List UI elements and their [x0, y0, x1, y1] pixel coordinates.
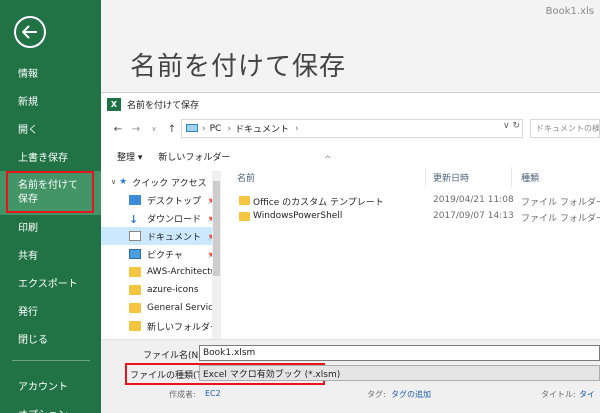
column-header-date[interactable]: 更新日時	[433, 171, 469, 184]
sidebar-item-export[interactable]: エクスポート	[0, 268, 101, 296]
list-item-label: General Service I	[147, 303, 221, 313]
file-type: ファイル フォルダー	[521, 214, 600, 224]
organize-button[interactable]: 整理 ▾	[117, 150, 142, 163]
table-row[interactable]: WindowsPowerShell 2017/09/07 14:13 ファイル …	[229, 209, 600, 225]
list-item-label: クイック アクセス	[132, 178, 207, 189]
up-icon[interactable]: ↑	[163, 124, 181, 135]
sidebar-item-share[interactable]: 共有	[0, 240, 101, 268]
list-item-label: デスクトップ	[147, 196, 202, 207]
folder-icon	[129, 267, 141, 277]
breadcrumb-pc[interactable]: PC	[210, 124, 222, 134]
backstage-sidebar: 情報 新規 開く 上書き保存 名前を付けて 保存 印刷 共有 エクスポート 発行…	[0, 0, 101, 413]
breadcrumb-separator: ›	[294, 123, 299, 134]
list-item-label: azure-icons	[147, 285, 199, 295]
breadcrumb-separator: ›	[202, 123, 206, 134]
refresh-icon[interactable]: ∨ ↻	[503, 121, 520, 131]
sidebar-item-info[interactable]: 情報	[0, 58, 101, 86]
scrollbar[interactable]	[212, 171, 221, 345]
navigation-bar: ← → ∨ ↑ › PC › ドキュメント › ∨ ↻ ドキュメントの検索	[101, 117, 600, 141]
dialog-titlebar: X 名前を付けて保存	[101, 93, 600, 115]
sidebar-item-save[interactable]: 上書き保存	[0, 142, 101, 170]
file-type: ファイル フォルダー	[521, 198, 600, 208]
picture-icon	[129, 249, 141, 259]
document-title: Book1.xls	[545, 6, 594, 17]
save-as-dialog: X 名前を付けて保存 ← → ∨ ↑ › PC › ドキュメント › ∨ ↻ ド…	[101, 92, 600, 413]
desktop-icon	[129, 195, 141, 205]
folder-icon	[129, 303, 141, 313]
sidebar-item-desktop[interactable]: デスクトップ 📌	[101, 191, 221, 209]
filename-label: ファイル名(N):	[143, 351, 205, 361]
folder-icon	[239, 196, 250, 205]
sidebar-item-print[interactable]: 印刷	[0, 212, 101, 240]
search-input[interactable]: ドキュメントの検索	[530, 119, 600, 138]
page-title: 名前を付けて保存	[130, 52, 347, 82]
file-list: ^ 名前 更新日時 種類 Office のカスタム テンプレート 2019/04…	[229, 155, 600, 335]
author-label: 作成者:	[169, 390, 196, 399]
new-folder-button[interactable]: 新しいフォルダー	[158, 150, 230, 163]
sidebar-item-pictures[interactable]: ピクチャ 📌	[101, 245, 221, 263]
address-bar[interactable]: › PC › ドキュメント › ∨ ↻	[181, 119, 523, 138]
forward-icon[interactable]: →	[127, 124, 145, 135]
back-arrow-icon[interactable]	[14, 16, 46, 48]
column-header-name[interactable]: 名前	[237, 171, 255, 184]
sidebar-item-close[interactable]: 閉じる	[0, 324, 101, 352]
title-label: タイトル:	[541, 390, 576, 399]
table-row[interactable]: Office のカスタム テンプレート 2019/04/21 11:08 ファイ…	[229, 193, 600, 209]
file-name: WindowsPowerShell	[253, 211, 343, 221]
filetype-select[interactable]: Excel マクロ有効ブック (*.xlsm)	[199, 365, 600, 381]
divider	[511, 167, 512, 187]
divider	[12, 360, 90, 361]
sidebar-item-quick-access[interactable]: ∨ ★ クイック アクセス	[101, 173, 221, 191]
folder-icon	[239, 212, 250, 221]
highlight-box	[6, 171, 94, 213]
excel-icon: X	[107, 97, 121, 111]
back-icon[interactable]: ←	[109, 124, 127, 135]
document-icon	[129, 231, 141, 241]
sidebar-item-documents[interactable]: ドキュメント 📌	[101, 227, 221, 245]
filetype-label: ファイルの種類(T):	[130, 371, 209, 381]
dialog-title: 名前を付けて保存	[127, 100, 200, 111]
pc-icon	[186, 124, 198, 132]
sidebar-item-open[interactable]: 開く	[0, 114, 101, 142]
tags-label: タグ:	[367, 390, 386, 399]
list-item-label: ダウンロード	[147, 214, 202, 225]
sidebar-item-folder[interactable]: AWS-Architectu	[101, 263, 221, 281]
author-value[interactable]: EC2	[205, 389, 221, 398]
star-icon: ★	[119, 177, 128, 187]
chevron-down-icon[interactable]: ∨	[145, 125, 163, 133]
breadcrumb-separator: ›	[227, 123, 231, 134]
download-icon: ↓	[129, 213, 139, 226]
save-options-panel: ファイル名(N): Book1.xlsm ファイルの種類(T): Excel マ…	[101, 339, 600, 413]
filename-input[interactable]: Book1.xlsm	[199, 345, 600, 361]
sidebar-item-downloads[interactable]: ↓ ダウンロード 📌	[101, 209, 221, 227]
list-item-label: ドキュメント	[147, 232, 202, 243]
navigation-pane: ∨ ★ クイック アクセス デスクトップ 📌 ↓ ダウンロード 📌 ドキュメント…	[101, 171, 221, 351]
divider	[425, 167, 426, 187]
column-header-type[interactable]: 種類	[521, 171, 539, 184]
sidebar-item-account[interactable]: アカウント	[0, 371, 101, 399]
chevron-down-icon: ∨	[111, 178, 117, 186]
tags-input[interactable]: タグの追加	[391, 389, 431, 400]
sidebar-item-folder[interactable]: General Service I	[101, 299, 221, 317]
sidebar-item-options[interactable]: オプション	[0, 399, 101, 413]
file-name: Office のカスタム テンプレート	[253, 198, 384, 208]
sidebar-item-publish[interactable]: 発行	[0, 296, 101, 324]
breadcrumb-documents[interactable]: ドキュメント	[235, 122, 289, 135]
sidebar-item-new[interactable]: 新規	[0, 86, 101, 114]
list-item-label: ピクチャ	[147, 250, 183, 261]
list-item-label: AWS-Architectu	[147, 267, 217, 277]
sort-ascending-icon: ^	[324, 155, 332, 165]
sidebar-item-folder[interactable]: azure-icons	[101, 281, 221, 299]
folder-icon	[129, 321, 141, 331]
folder-icon	[129, 285, 141, 295]
scrollbar-thumb[interactable]	[213, 181, 220, 276]
sidebar-item-folder[interactable]: 新しいフォルダー	[101, 317, 221, 335]
title-input[interactable]: タイ	[579, 389, 595, 400]
file-date: 2019/04/21 11:08	[433, 195, 514, 205]
list-item-label: 新しいフォルダー	[147, 322, 220, 333]
file-date: 2017/09/07 14:13	[433, 211, 514, 221]
